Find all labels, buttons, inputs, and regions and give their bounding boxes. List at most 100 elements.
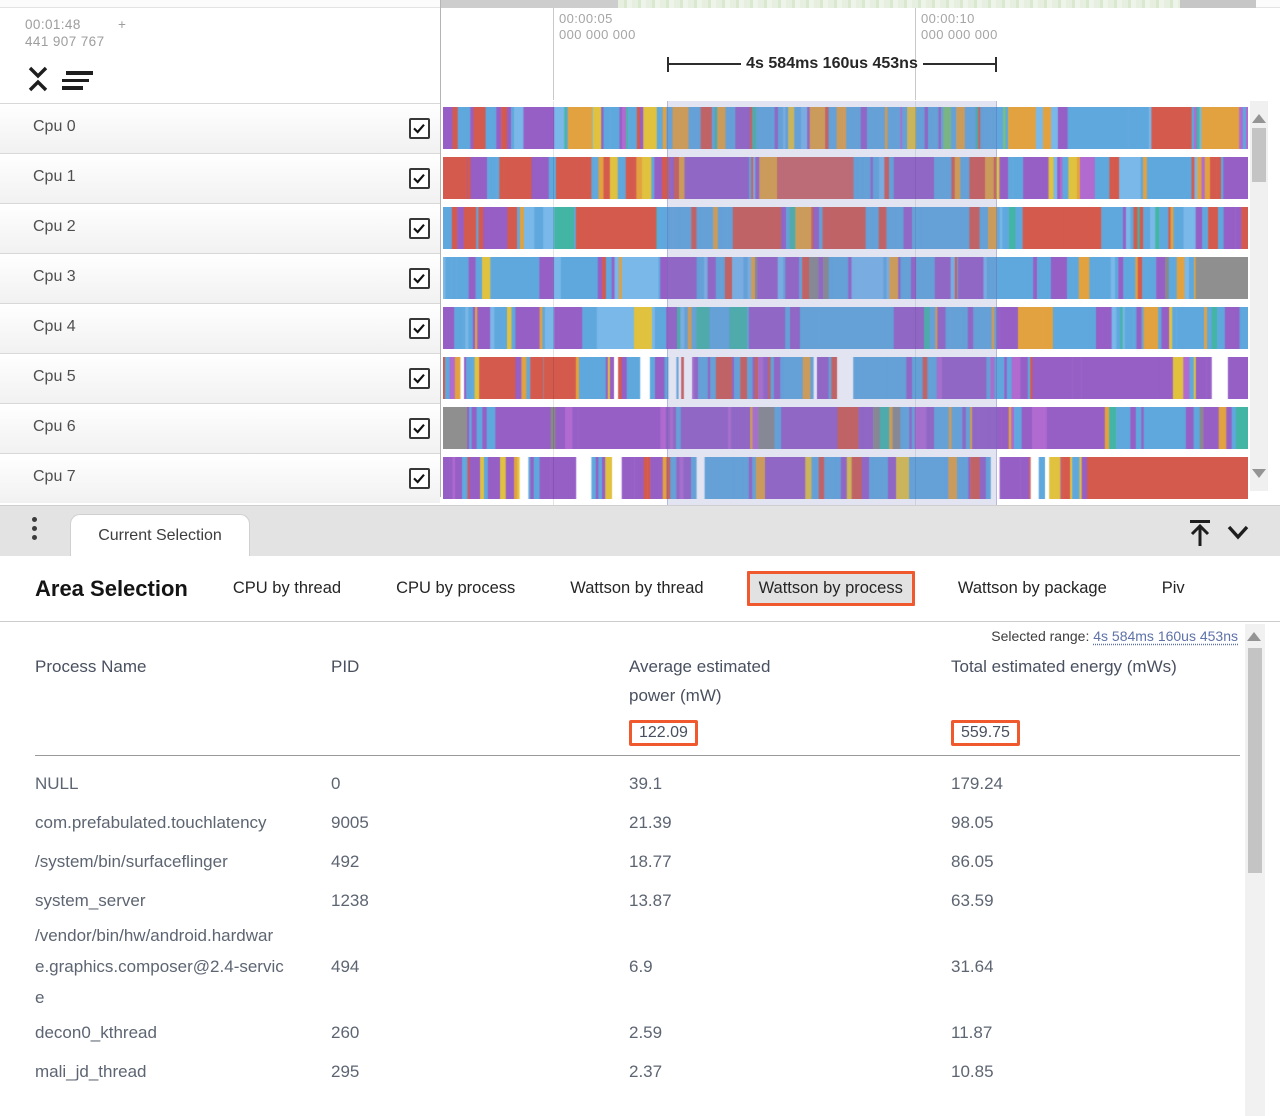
cell-process-name: /vendor/bin/hw/android.hardware.graphics…	[35, 920, 287, 1013]
track-label-pane[interactable]: Cpu 3	[0, 253, 440, 303]
table-row[interactable]: system_server123813.8763.59	[35, 881, 1240, 920]
tab-wattson-by-process[interactable]: Wattson by process	[747, 571, 915, 606]
tick-subtime: 000 000 000	[559, 27, 636, 43]
viewport-time-hms: 00:01:48	[25, 17, 81, 32]
cpu-sched-track[interactable]	[443, 307, 1248, 349]
cell-pid: 494	[331, 951, 629, 982]
scroll-down-arrow[interactable]	[1252, 469, 1266, 478]
table-row[interactable]: mali_jd_thread2952.3710.85	[35, 1052, 1240, 1091]
track-label: Cpu 2	[33, 218, 76, 236]
track-checkbox[interactable]	[409, 368, 430, 389]
timeline-minimap[interactable]	[0, 0, 1280, 8]
cell-pid: 1238	[331, 885, 629, 916]
cell-pid: 260	[331, 1017, 629, 1048]
cell-process-name: com.prefabulated.touchlatency	[35, 807, 287, 838]
track-checkbox[interactable]	[409, 118, 430, 139]
cpu-sched-track[interactable]	[443, 257, 1248, 299]
selected-range-link[interactable]: 4s 584ms 160us 453ns	[1093, 628, 1238, 644]
track-checkbox[interactable]	[409, 168, 430, 189]
track-label-pane[interactable]: Cpu 5	[0, 353, 440, 403]
table-row[interactable]: com.prefabulated.touchlatency900521.3998…	[35, 803, 1240, 842]
track-row: Cpu 5	[0, 353, 1280, 403]
cpu-sched-track[interactable]	[443, 107, 1248, 149]
total-avg-power-badge: 122.09	[629, 720, 698, 746]
cell-process-name: NULL	[35, 768, 287, 799]
cell-pid: 0	[331, 768, 629, 799]
cell-total-energy: 179.24	[951, 768, 1240, 799]
table-row[interactable]: /system/bin/surfaceflinger49218.7786.05	[35, 842, 1240, 881]
minimap-segment	[1180, 0, 1256, 8]
viewport-time-ns: 441 907 767	[25, 34, 104, 49]
minimap-segment	[618, 0, 1180, 8]
tick-time: 00:00:10	[921, 11, 998, 27]
track-pane-divider	[440, 0, 441, 497]
expand-panel-icon[interactable]	[1186, 518, 1214, 548]
track-checkbox[interactable]	[409, 318, 430, 339]
total-energy-badge: 559.75	[951, 720, 1020, 746]
track-label-pane[interactable]: Cpu 6	[0, 403, 440, 453]
tracks-scrollbar[interactable]	[1250, 101, 1268, 491]
track-row: Cpu 3	[0, 253, 1280, 303]
track-row: Cpu 2	[0, 203, 1280, 253]
panel-drag-handle-icon[interactable]	[30, 517, 38, 547]
table-row[interactable]: NULL 039.1179.24	[35, 764, 1240, 803]
cell-pid: 295	[331, 1056, 629, 1087]
collapse-panel-chevron-icon[interactable]	[1224, 523, 1252, 543]
details-scrollbar[interactable]	[1245, 624, 1265, 1116]
cell-avg-power: 18.77	[629, 846, 951, 877]
cell-total-energy: 86.05	[951, 846, 1240, 877]
col-header-pid[interactable]: PID	[331, 652, 629, 710]
clear-all-icon[interactable]	[62, 71, 92, 91]
details-panel-content: Selected range: 4s 584ms 160us 453ns Pro…	[0, 622, 1280, 1116]
tab-cpu-by-process[interactable]: CPU by process	[396, 579, 515, 598]
track-label: Cpu 0	[33, 118, 76, 136]
cell-pid: 492	[331, 846, 629, 877]
col-header-avg-power[interactable]: Average estimated power (mW)	[629, 652, 819, 710]
tab-wattson-by-thread[interactable]: Wattson by thread	[570, 579, 703, 598]
ruler-tick-label: 00:00:05000 000 000	[559, 11, 636, 43]
track-label-pane[interactable]: Cpu 2	[0, 203, 440, 253]
tab-wattson-by-package[interactable]: Wattson by package	[958, 579, 1107, 598]
cpu-sched-track[interactable]	[443, 207, 1248, 249]
col-header-process-name[interactable]: Process Name	[35, 652, 331, 710]
ruler-gridline	[915, 8, 916, 100]
unfold-less-icon[interactable]	[26, 64, 50, 94]
cell-total-energy: 10.85	[951, 1056, 1240, 1087]
cell-process-name: system_server	[35, 885, 287, 916]
cell-avg-power: 39.1	[629, 768, 951, 799]
viewport-time-plus: +	[118, 17, 126, 32]
track-gridline	[553, 101, 554, 505]
cell-avg-power: 2.37	[629, 1056, 951, 1087]
cpu-sched-track[interactable]	[443, 457, 1248, 499]
selection-duration-bracket: 4s 584ms 160us 453ns	[667, 55, 997, 73]
track-checkbox[interactable]	[409, 468, 430, 489]
tab-piv[interactable]: Piv	[1162, 579, 1185, 598]
track-row: Cpu 7	[0, 453, 1280, 503]
tab-current-selection[interactable]: Current Selection	[70, 514, 250, 558]
table-row[interactable]: decon0_kthread2602.5911.87	[35, 1013, 1240, 1052]
track-checkbox[interactable]	[409, 218, 430, 239]
cell-pid: 9005	[331, 807, 629, 838]
cpu-sched-track[interactable]	[443, 357, 1248, 399]
cpu-sched-track[interactable]	[443, 157, 1248, 199]
scroll-up-arrow[interactable]	[1252, 114, 1266, 123]
timeline-header: 00:01:48 + 441 907 767 00:00:05000 000 0…	[0, 8, 1280, 101]
track-label-pane[interactable]: Cpu 1	[0, 153, 440, 203]
tab-cpu-by-thread[interactable]: CPU by thread	[233, 579, 341, 598]
track-label-pane[interactable]: Cpu 4	[0, 303, 440, 353]
track-checkbox[interactable]	[409, 268, 430, 289]
track-label-pane[interactable]: Cpu 0	[0, 103, 440, 153]
track-gridline	[915, 101, 916, 505]
tracks-scroll-thumb[interactable]	[1252, 128, 1266, 182]
selection-duration-label: 4s 584ms 160us 453ns	[741, 55, 923, 73]
track-checkbox[interactable]	[409, 418, 430, 439]
track-label-pane[interactable]: Cpu 7	[0, 453, 440, 503]
section-title: Area Selection	[35, 576, 188, 602]
selection-tabstrip: Area Selection CPU by thread CPU by proce…	[0, 556, 1280, 622]
cpu-sched-track[interactable]	[443, 407, 1248, 449]
scroll-up-arrow[interactable]	[1247, 632, 1261, 641]
table-header-row: Process Name PID Average estimated power…	[35, 652, 1240, 710]
col-header-total-energy[interactable]: Total estimated energy (mWs)	[951, 652, 1240, 710]
details-scroll-thumb[interactable]	[1248, 648, 1262, 873]
table-row[interactable]: /vendor/bin/hw/android.hardware.graphics…	[35, 920, 1240, 1013]
